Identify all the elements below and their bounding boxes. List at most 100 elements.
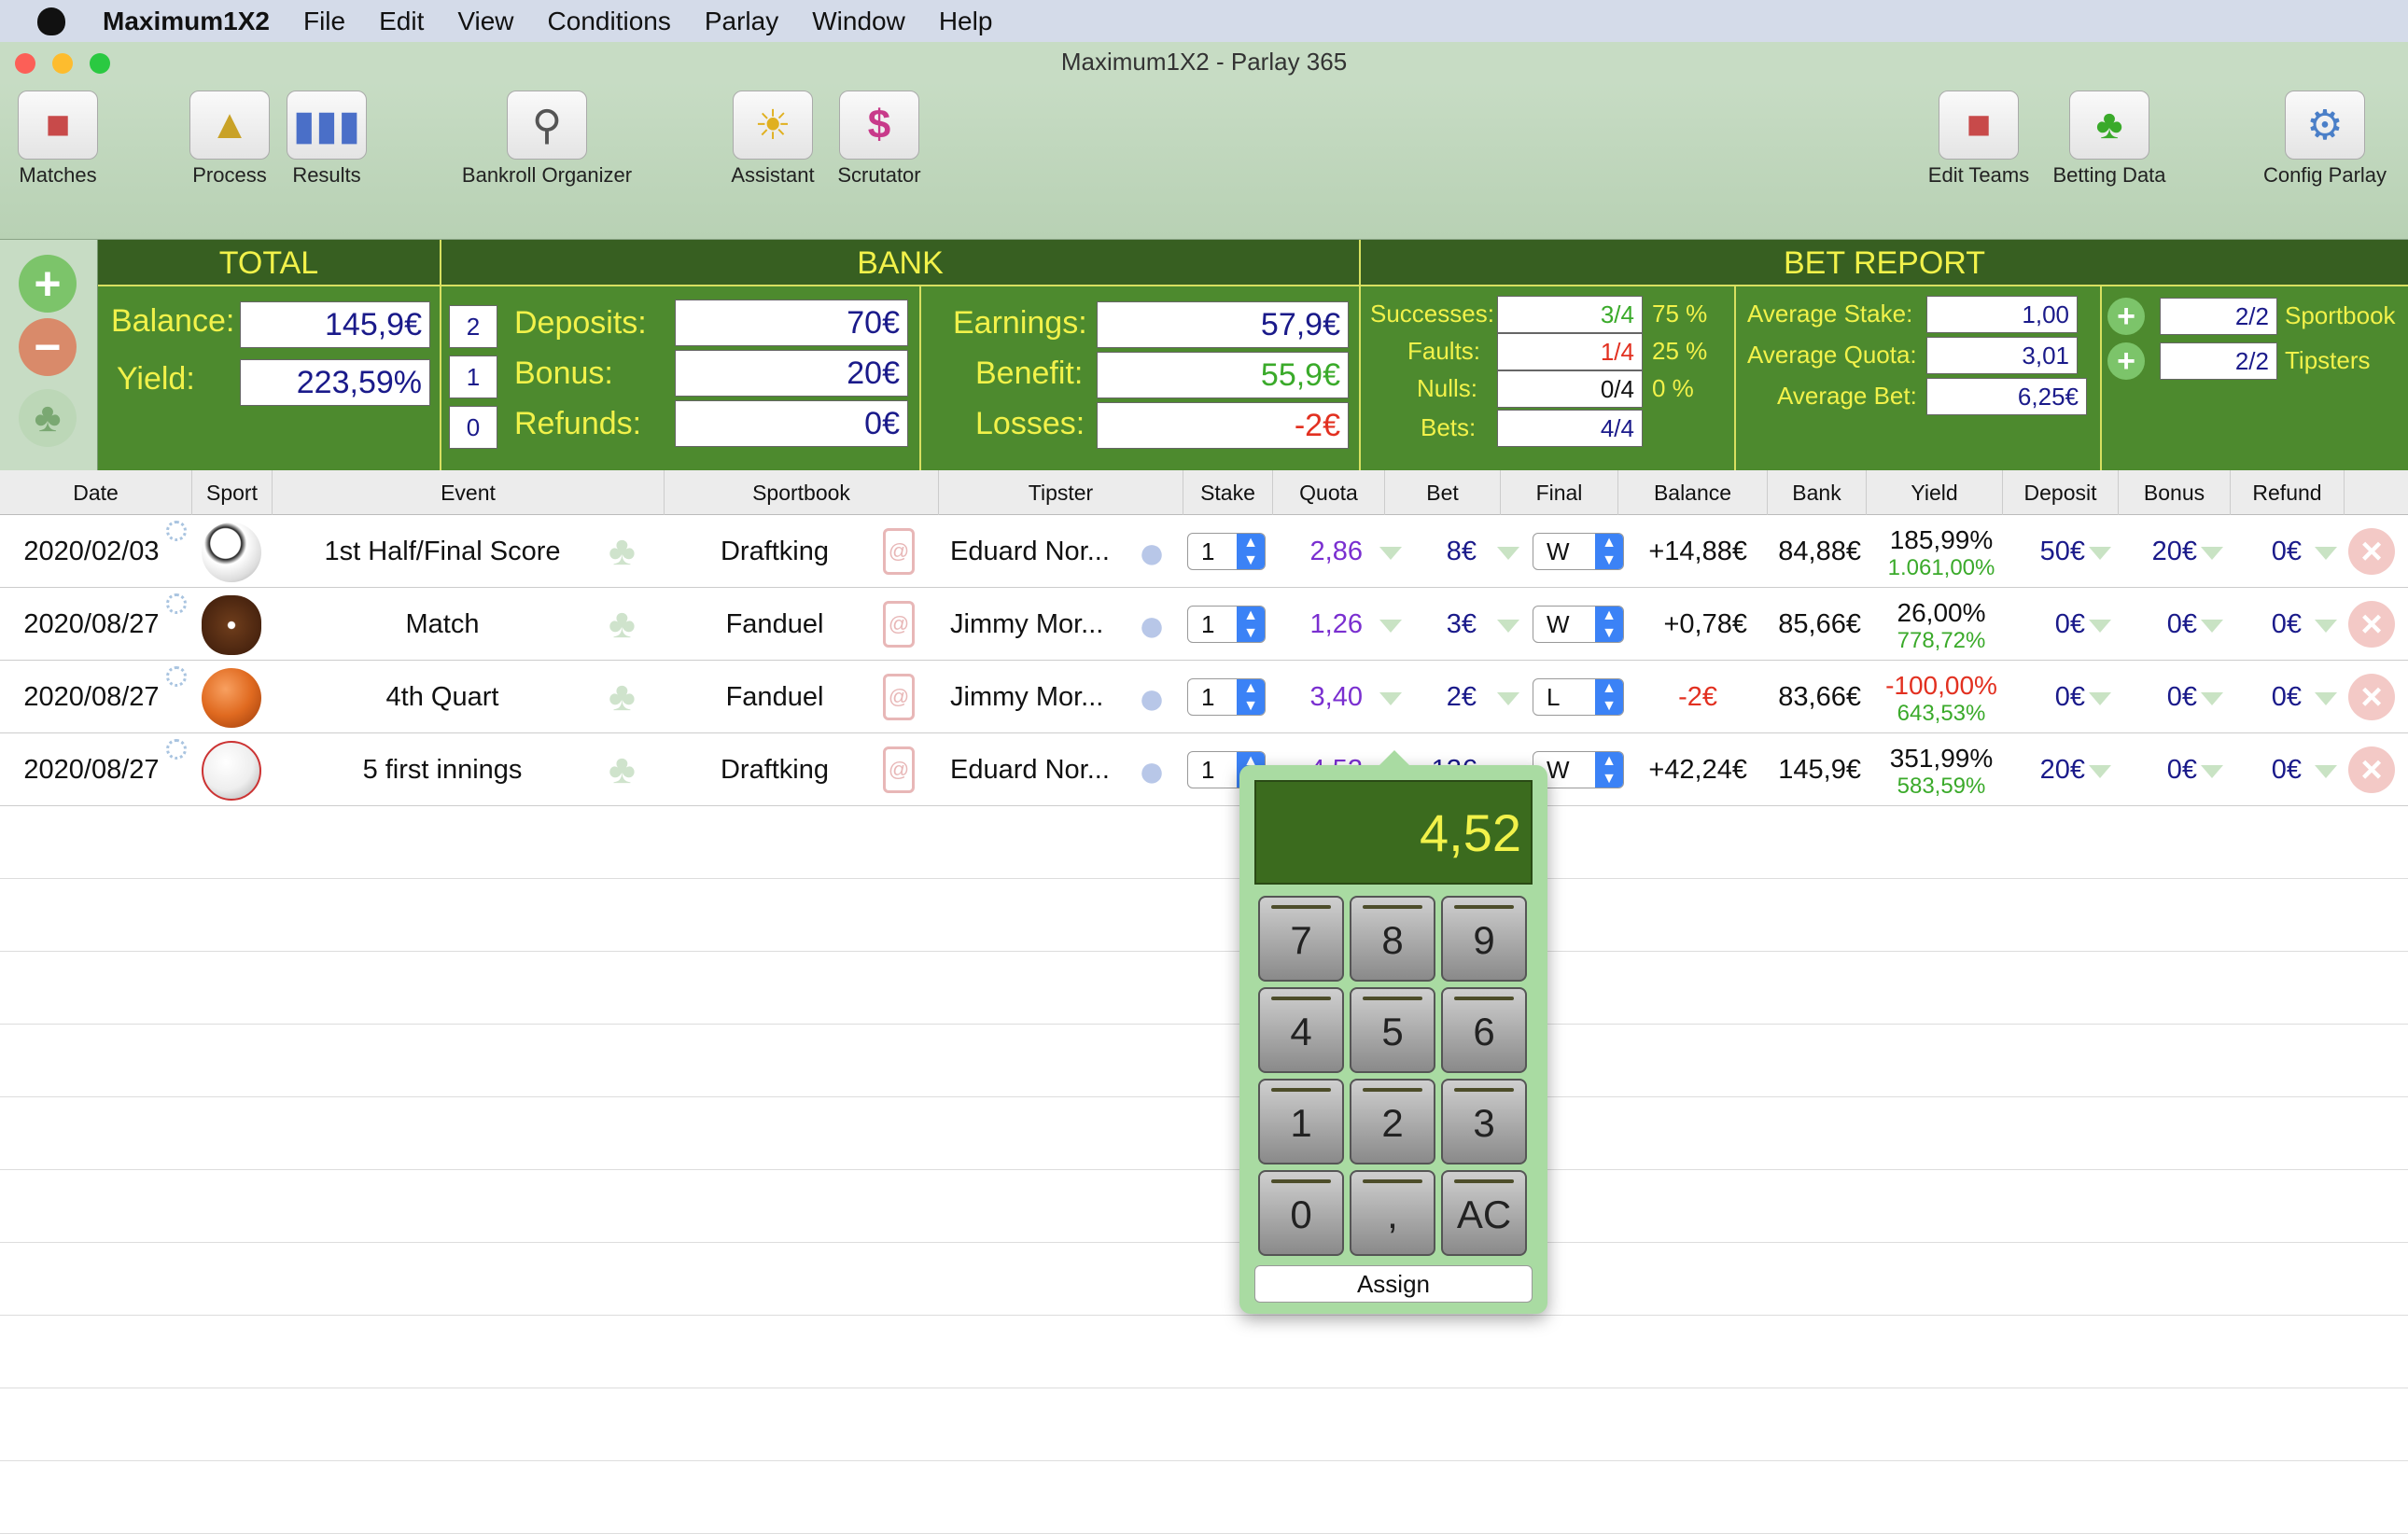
triangle-down-icon[interactable]: [2089, 547, 2111, 560]
clover-icon[interactable]: ♣: [609, 603, 651, 646]
phone-icon[interactable]: @: [883, 746, 915, 793]
key-3[interactable]: 3: [1441, 1079, 1527, 1164]
quota-cell[interactable]: 1,26: [1273, 588, 1363, 661]
triangle-down-icon[interactable]: [2201, 620, 2223, 633]
baseball-icon[interactable]: [202, 741, 261, 801]
col-tipster[interactable]: Tipster: [939, 470, 1183, 515]
col-sport[interactable]: Sport: [192, 470, 273, 515]
key-7[interactable]: 7: [1258, 896, 1344, 982]
edit-teams-button[interactable]: ■ Edit Teams: [1923, 91, 2035, 188]
delete-row-button[interactable]: ×: [2348, 601, 2395, 648]
person-icon[interactable]: ●: [1126, 745, 1178, 797]
bet-cell[interactable]: 2€: [1400, 661, 1477, 733]
col-refund[interactable]: Refund: [2231, 470, 2345, 515]
basketball-icon[interactable]: [202, 668, 261, 728]
table-row[interactable]: 2020/08/27 Match ♣ Fanduel @ Jimmy Mor..…: [0, 588, 2408, 661]
phone-icon[interactable]: @: [883, 528, 915, 575]
col-balance[interactable]: Balance: [1618, 470, 1768, 515]
menu-conditions[interactable]: Conditions: [548, 7, 671, 36]
bonus-cell[interactable]: 0€: [2128, 661, 2197, 733]
soccer-ball-icon[interactable]: [202, 523, 261, 582]
table-row[interactable]: 2020/08/27 4th Quart ♣ Fanduel @ Jimmy M…: [0, 661, 2408, 733]
triangle-down-icon[interactable]: [1497, 692, 1519, 705]
bonus-cell[interactable]: 20€: [2128, 515, 2197, 588]
select-arrows-icon[interactable]: ▲ ▼: [1595, 534, 1623, 569]
clover-icon[interactable]: ♣: [609, 530, 651, 573]
add-sportbook-button[interactable]: +: [2107, 298, 2145, 335]
col-bet[interactable]: Bet: [1385, 470, 1501, 515]
gear-small-icon[interactable]: [166, 739, 187, 760]
deposit-cell[interactable]: 0€: [2016, 588, 2085, 661]
deposit-cell[interactable]: 20€: [2016, 733, 2085, 806]
key-8[interactable]: 8: [1350, 896, 1435, 982]
scrutator-button[interactable]: $ Scrutator: [833, 91, 926, 188]
person-icon[interactable]: ●: [1126, 672, 1178, 724]
select-arrows-icon[interactable]: ▲ ▼: [1595, 679, 1623, 715]
col-date[interactable]: Date: [0, 470, 192, 515]
menu-parlay[interactable]: Parlay: [705, 7, 778, 36]
select-arrows-icon[interactable]: ▲ ▼: [1595, 752, 1623, 788]
refund-cell[interactable]: 0€: [2240, 733, 2302, 806]
remove-button[interactable]: −: [19, 318, 77, 376]
delete-row-button[interactable]: ×: [2348, 674, 2395, 720]
bonus-cell[interactable]: 0€: [2128, 733, 2197, 806]
triangle-down-icon[interactable]: [2089, 765, 2111, 778]
col-stake[interactable]: Stake: [1183, 470, 1273, 515]
triangle-down-icon[interactable]: [2315, 620, 2337, 633]
menu-view[interactable]: View: [457, 7, 513, 36]
key-0[interactable]: 0: [1258, 1170, 1344, 1256]
results-button[interactable]: ▮▮▮ Results: [282, 91, 371, 188]
table-row[interactable]: 2020/02/03 1st Half/Final Score ♣ Draftk…: [0, 515, 2408, 588]
key-comma[interactable]: ,: [1350, 1170, 1435, 1256]
person-icon[interactable]: ●: [1126, 599, 1178, 651]
triangle-down-icon[interactable]: [2089, 692, 2111, 705]
final-select[interactable]: W ▲ ▼: [1533, 606, 1624, 643]
bonus-cell[interactable]: 0€: [2128, 588, 2197, 661]
col-quota[interactable]: Quota: [1273, 470, 1385, 515]
phone-icon[interactable]: @: [883, 601, 915, 648]
triangle-down-icon[interactable]: [1497, 547, 1519, 560]
assistant-button[interactable]: ☀ Assistant: [726, 91, 819, 188]
menu-app-name[interactable]: Maximum1X2: [103, 7, 270, 36]
select-arrows-icon[interactable]: ▲ ▼: [1595, 607, 1623, 642]
gear-small-icon[interactable]: [166, 593, 187, 614]
tipsters-label[interactable]: Tipsters: [2285, 346, 2371, 375]
assign-button[interactable]: Assign: [1254, 1265, 1533, 1303]
add-tipster-button[interactable]: +: [2107, 342, 2145, 380]
col-bank[interactable]: Bank: [1768, 470, 1867, 515]
stake-stepper[interactable]: 1 ▲▼: [1187, 678, 1266, 716]
col-sportbook[interactable]: Sportbook: [665, 470, 939, 515]
refund-cell[interactable]: 0€: [2240, 515, 2302, 588]
col-event[interactable]: Event: [273, 470, 665, 515]
key-2[interactable]: 2: [1350, 1079, 1435, 1164]
stepper-arrows-icon[interactable]: ▲▼: [1237, 607, 1265, 642]
clover-icon[interactable]: ♣: [609, 748, 651, 791]
triangle-down-icon[interactable]: [1379, 547, 1402, 560]
deposit-cell[interactable]: 50€: [2016, 515, 2085, 588]
triangle-down-icon[interactable]: [2315, 547, 2337, 560]
gear-small-icon[interactable]: [166, 666, 187, 687]
apple-icon[interactable]: [37, 7, 65, 35]
final-select[interactable]: L ▲ ▼: [1533, 678, 1624, 716]
triangle-down-icon[interactable]: [2201, 765, 2223, 778]
key-6[interactable]: 6: [1441, 987, 1527, 1073]
key-9[interactable]: 9: [1441, 896, 1527, 982]
stake-stepper[interactable]: 1 ▲▼: [1187, 606, 1266, 643]
stepper-arrows-icon[interactable]: ▲▼: [1237, 534, 1265, 569]
triangle-down-icon[interactable]: [1379, 620, 1402, 633]
stake-stepper[interactable]: 1 ▲▼: [1187, 533, 1266, 570]
key-5[interactable]: 5: [1350, 987, 1435, 1073]
triangle-down-icon[interactable]: [1379, 692, 1402, 705]
key-4[interactable]: 4: [1258, 987, 1344, 1073]
menu-help[interactable]: Help: [939, 7, 993, 36]
american-football-icon[interactable]: [202, 595, 261, 655]
process-button[interactable]: ▲ Process: [185, 91, 274, 188]
matches-button[interactable]: ■ Matches: [13, 91, 103, 188]
sportbook-label[interactable]: Sportbook: [2285, 301, 2396, 330]
config-parlay-button[interactable]: ⚙ Config Parlay: [2255, 91, 2395, 188]
gear-small-icon[interactable]: [166, 521, 187, 541]
zoom-window-button[interactable]: [90, 53, 110, 74]
col-final[interactable]: Final: [1501, 470, 1618, 515]
menu-window[interactable]: Window: [812, 7, 905, 36]
triangle-down-icon[interactable]: [2201, 547, 2223, 560]
